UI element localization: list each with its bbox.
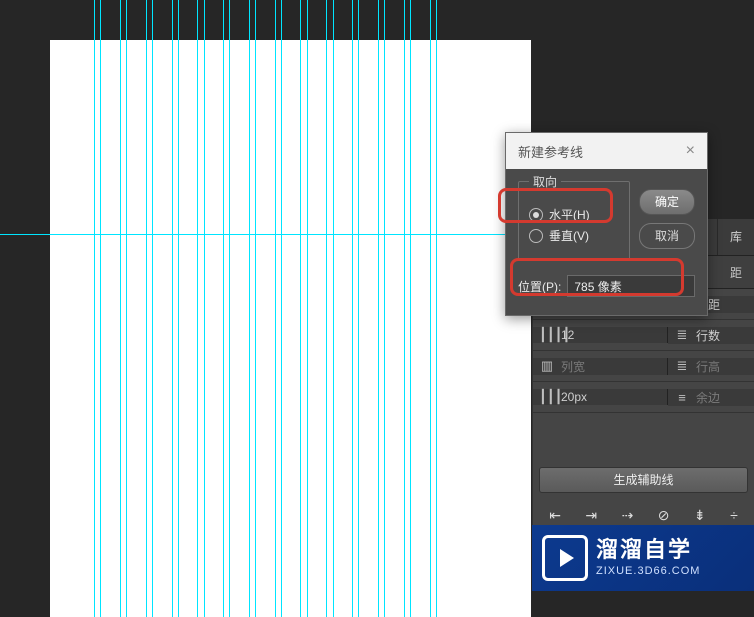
- vertical-guide[interactable]: [120, 0, 121, 617]
- col-width-field[interactable]: ▥ 列宽: [533, 358, 668, 375]
- vertical-guide[interactable]: [436, 0, 437, 617]
- watermark: 溜溜自学 ZIXUE.3D66.COM: [532, 525, 754, 591]
- vertical-guide[interactable]: [152, 0, 153, 617]
- orientation-group: 取向 水平(H) 垂直(V): [518, 181, 630, 261]
- columns-field[interactable]: ┃┃┃┃ 12: [533, 327, 668, 343]
- clear-icon[interactable]: ⊘: [658, 507, 670, 524]
- vertical-guide[interactable]: [229, 0, 230, 617]
- vertical-guide[interactable]: [255, 0, 256, 617]
- radio-horizontal[interactable]: 水平(H): [529, 206, 619, 223]
- vertical-guide[interactable]: [378, 0, 379, 617]
- vertical-guide[interactable]: [307, 0, 308, 617]
- rows-label: 行数: [696, 327, 720, 344]
- radio-vertical[interactable]: 垂直(V): [529, 227, 619, 244]
- row-columns: ┃┃┃┃ 12 ≣ 行数: [533, 320, 754, 351]
- tab-library[interactable]: 库: [717, 219, 754, 255]
- new-guide-dialog: 新建参考线 × 取向 水平(H) 垂直(V) 位置(P): 确定 取消: [505, 132, 708, 316]
- align-center-icon[interactable]: ⇥: [585, 507, 597, 524]
- vertical-guide[interactable]: [172, 0, 173, 617]
- orientation-legend: 取向: [529, 173, 561, 190]
- ok-button[interactable]: 确定: [639, 189, 695, 215]
- vertical-guide[interactable]: [410, 0, 411, 617]
- position-label: 位置(P):: [518, 278, 561, 295]
- gutter-value: 20px: [561, 390, 587, 404]
- subheader-label: 距: [724, 256, 748, 288]
- radio-vertical-label: 垂直(V): [549, 227, 589, 244]
- align-right-icon[interactable]: ⇢: [622, 507, 634, 524]
- dialog-titlebar[interactable]: 新建参考线 ×: [506, 133, 707, 169]
- align-left-icon[interactable]: ⇤: [549, 507, 561, 524]
- vertical-guide[interactable]: [281, 0, 282, 617]
- vertical-guide[interactable]: [300, 0, 301, 617]
- vertical-guide[interactable]: [197, 0, 198, 617]
- row-height-icon: ≣: [674, 358, 690, 374]
- position-row: 位置(P):: [518, 275, 695, 297]
- row-gutter: ┃┃┃ 20px ≡ 余边: [533, 382, 754, 413]
- align-top-icon[interactable]: ⇟: [694, 507, 706, 524]
- close-icon[interactable]: ×: [686, 142, 695, 160]
- vertical-guide[interactable]: [358, 0, 359, 617]
- vertical-guide[interactable]: [352, 0, 353, 617]
- watermark-title: 溜溜自学: [596, 539, 700, 561]
- columns-icon: ┃┃┃┃: [539, 327, 555, 343]
- vertical-guide[interactable]: [146, 0, 147, 617]
- vertical-guide[interactable]: [249, 0, 250, 617]
- col-width-value: 列宽: [561, 358, 585, 375]
- col-width-icon: ▥: [539, 358, 555, 374]
- vertical-guide[interactable]: [126, 0, 127, 617]
- document-canvas[interactable]: [50, 40, 531, 617]
- gutter-field[interactable]: ┃┃┃ 20px: [533, 389, 668, 405]
- cancel-button[interactable]: 取消: [639, 223, 695, 249]
- rows-icon: ≣: [674, 327, 690, 343]
- remainder-icon: ≡: [674, 390, 690, 405]
- vertical-guide[interactable]: [326, 0, 327, 617]
- position-input[interactable]: [567, 275, 695, 297]
- play-icon: [542, 535, 588, 581]
- dialog-body: 取向 水平(H) 垂直(V) 位置(P): 确定 取消: [506, 169, 707, 315]
- radio-horizontal-label: 水平(H): [549, 206, 590, 223]
- vertical-guide[interactable]: [100, 0, 101, 617]
- vertical-guide[interactable]: [384, 0, 385, 617]
- row-height-field[interactable]: ≣ 行高: [668, 358, 754, 375]
- columns-value: 12: [561, 328, 574, 342]
- dialog-title: 新建参考线: [518, 142, 583, 161]
- gutter-icon: ┃┃┃: [539, 389, 555, 405]
- vertical-guide[interactable]: [178, 0, 179, 617]
- remainder-field[interactable]: ≡ 余边: [668, 389, 754, 406]
- canvas-workspace[interactable]: [0, 0, 531, 617]
- vertical-guide[interactable]: [204, 0, 205, 617]
- watermark-url: ZIXUE.3D66.COM: [596, 565, 700, 577]
- radio-horizontal-indicator: [529, 208, 543, 222]
- vertical-guide[interactable]: [430, 0, 431, 617]
- generate-guides-button[interactable]: 生成辅助线: [539, 467, 748, 493]
- vertical-guide[interactable]: [333, 0, 334, 617]
- row-col-width: ▥ 列宽 ≣ 行高: [533, 351, 754, 382]
- rows-field[interactable]: ≣ 行数: [668, 327, 754, 344]
- vertical-guide[interactable]: [94, 0, 95, 617]
- radio-vertical-indicator: [529, 229, 543, 243]
- vertical-guide[interactable]: [275, 0, 276, 617]
- align-middle-icon[interactable]: ÷: [730, 507, 738, 523]
- vertical-guide[interactable]: [223, 0, 224, 617]
- row-height-label: 行高: [696, 358, 720, 375]
- remainder-label: 余边: [696, 389, 720, 406]
- vertical-guide[interactable]: [404, 0, 405, 617]
